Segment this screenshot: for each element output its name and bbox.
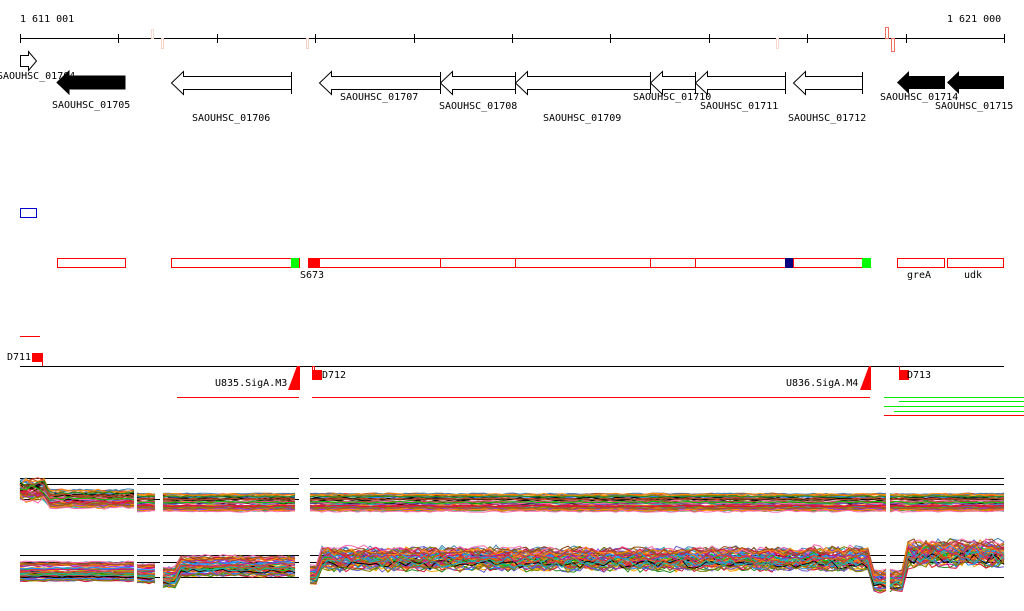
grea-label: greA — [907, 270, 932, 281]
gene-track — [20, 50, 1004, 96]
u835-label: U835.SigA.M3 — [215, 378, 288, 389]
d711-marker[interactable] — [32, 353, 42, 362]
feature-box[interactable] — [57, 258, 126, 268]
feature-box-grea[interactable] — [897, 258, 945, 268]
d713-label: D713 — [907, 370, 932, 381]
d712-marker[interactable] — [312, 370, 322, 380]
d712-label: D712 — [322, 370, 347, 381]
gene-label[interactable]: SAOUHSC_01711 — [700, 101, 778, 112]
gene-arrow-01715[interactable] — [947, 71, 1004, 94]
gene-arrow-01708[interactable] — [439, 70, 516, 96]
expression-tracks — [19, 477, 1005, 594]
regulatory-track — [20, 353, 1024, 416]
ruler-marker — [161, 38, 164, 49]
gene-label[interactable]: SAOUHSC_01707 — [340, 92, 418, 103]
expression-trace — [136, 495, 155, 497]
feature-box[interactable] — [440, 258, 516, 268]
gene-label[interactable]: SAOUHSC_01705 — [52, 100, 130, 111]
genome-browser-canvas — [19, 27, 1024, 594]
ruler-marker — [891, 38, 895, 52]
gene-label[interactable]: SAOUHSC_01708 — [439, 101, 517, 112]
gene-arrow-01709[interactable] — [514, 70, 651, 96]
s673-label: S673 — [300, 270, 325, 281]
feature-box[interactable] — [171, 258, 300, 268]
gene-label[interactable]: SAOUHSC_01706 — [192, 113, 270, 124]
feature-track — [57, 258, 1004, 268]
ruler-marker — [306, 38, 309, 49]
feature-box[interactable] — [319, 258, 441, 268]
gene-label[interactable]: SAOUHSC_01704 — [0, 71, 75, 82]
feature-box[interactable] — [515, 258, 651, 268]
green-marker — [291, 258, 299, 268]
green-marker — [862, 258, 871, 268]
coordinate-ruler — [20, 27, 1005, 52]
udk-label: udk — [964, 270, 983, 281]
gene-label[interactable]: SAOUHSC_01715 — [935, 101, 1013, 112]
ruler-end-label: 1 621 000 — [947, 14, 1002, 25]
d711-label: D711 — [7, 352, 32, 363]
u836-label: U836.SigA.M4 — [786, 378, 859, 389]
gene-arrow-01706[interactable] — [170, 70, 292, 96]
gene-label[interactable]: SAOUHSC_01712 — [788, 113, 866, 124]
ruler-start-label: 1 611 001 — [20, 14, 75, 25]
gene-arrow-01714[interactable] — [897, 71, 945, 94]
gene-arrow-01704[interactable] — [20, 50, 38, 72]
navy-marker — [785, 258, 793, 268]
gene-label[interactable]: SAOUHSC_01709 — [543, 113, 621, 124]
ruler-marker — [151, 29, 154, 39]
ruler-marker — [776, 38, 779, 49]
gene-arrow-01712[interactable] — [792, 70, 863, 96]
u835-marker[interactable] — [288, 366, 300, 390]
feature-box-udk[interactable] — [947, 258, 1004, 268]
blue-feature-box[interactable] — [20, 208, 37, 218]
ruler-marker — [885, 27, 889, 39]
feature-box[interactable] — [650, 258, 696, 268]
red-marker — [308, 258, 319, 268]
expression-trace — [136, 507, 156, 509]
u836-marker[interactable] — [860, 366, 871, 390]
feature-box[interactable] — [793, 258, 863, 268]
feature-box[interactable] — [695, 258, 786, 268]
